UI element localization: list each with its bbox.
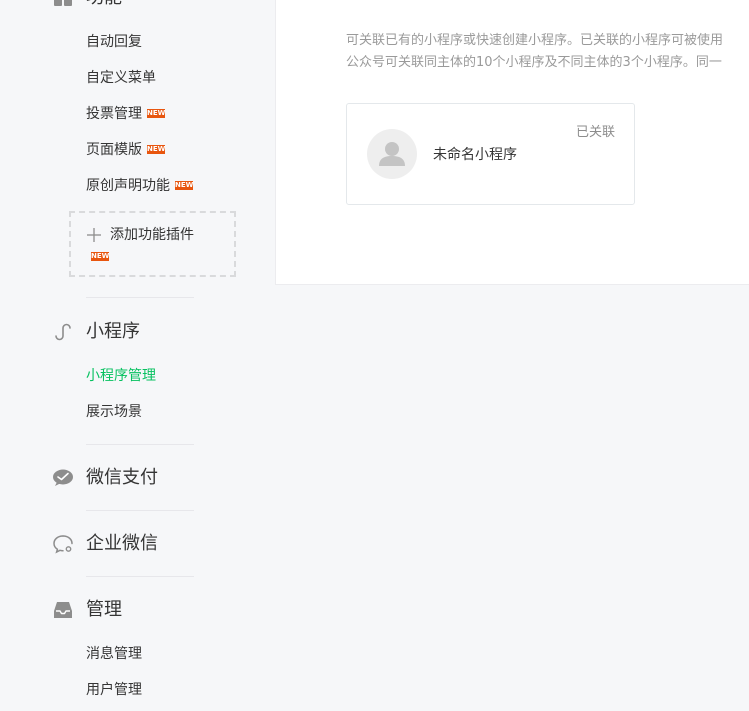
sidebar-item-label: 投票管理 (86, 106, 142, 122)
sidebar-item-auto-reply[interactable]: 自动回复 (86, 32, 142, 52)
wechat-pay-icon (52, 467, 74, 489)
sidebar-item-work-wechat[interactable]: 企业微信 (86, 532, 158, 556)
group-title-functions: 功能 (86, 0, 122, 10)
grid-icon (52, 0, 74, 8)
group-title-miniprogram: 小程序 (86, 321, 140, 342)
sidebar-item-display-scene[interactable]: 展示场景 (86, 402, 142, 422)
miniprogram-card[interactable]: 未命名小程序 已关联 (346, 103, 635, 205)
sidebar-item-label: 自动回复 (86, 34, 142, 50)
add-plugin-label: 添加功能插件 (110, 227, 194, 243)
miniprogram-icon (52, 321, 74, 343)
sidebar: 功能 自动回复 自定义菜单 投票管理NEW 页面模版NEW 原创声明功能NEW … (0, 0, 275, 711)
new-badge: NEW (147, 108, 166, 118)
description-line-1: 可关联已有的小程序或快速创建小程序。已关联的小程序可被使用 (346, 33, 724, 48)
group-title-manage: 管理 (86, 599, 122, 620)
sidebar-item-message-management[interactable]: 消息管理 (86, 644, 142, 664)
sidebar-item-original-declaration[interactable]: 原创声明功能 NEW (86, 176, 193, 196)
sidebar-item-label: 页面模版 (86, 142, 142, 158)
new-badge: NEW (91, 252, 110, 261)
divider (86, 576, 194, 577)
plus-icon (86, 227, 102, 243)
sidebar-item-label: 原创声明功能 (86, 178, 170, 194)
sidebar-item-label: 消息管理 (86, 646, 142, 662)
divider (86, 510, 194, 511)
sidebar-item-vote-management[interactable]: 投票管理 NEW (86, 104, 165, 124)
avatar (367, 129, 417, 179)
sidebar-item-custom-menu[interactable]: 自定义菜单 (86, 68, 156, 88)
miniprogram-name: 未命名小程序 (433, 147, 517, 163)
status-badge: 已关联 (575, 125, 615, 140)
divider (86, 297, 194, 298)
sidebar-item-label: 小程序管理 (86, 368, 156, 384)
divider (86, 444, 194, 445)
user-icon (379, 142, 405, 166)
sidebar-item-label: 展示场景 (86, 404, 142, 420)
work-wechat-icon (52, 533, 74, 555)
description-line-2: 公众号可关联同主体的10个小程序及不同主体的3个小程序。同一 (346, 55, 722, 70)
sidebar-item-page-template[interactable]: 页面模版 NEW (86, 140, 165, 160)
inbox-icon (52, 599, 74, 621)
sidebar-item-label: 自定义菜单 (86, 70, 156, 86)
sidebar-item-miniprogram-management[interactable]: 小程序管理 (86, 366, 156, 386)
sidebar-item-label: 用户管理 (86, 682, 142, 698)
add-plugin-button[interactable]: 添加功能插件 NEW (69, 211, 236, 277)
new-badge: NEW (175, 180, 194, 190)
sidebar-item-user-management[interactable]: 用户管理 (86, 680, 142, 700)
new-badge: NEW (147, 144, 166, 154)
sidebar-item-wechat-pay[interactable]: 微信支付 (86, 466, 158, 490)
